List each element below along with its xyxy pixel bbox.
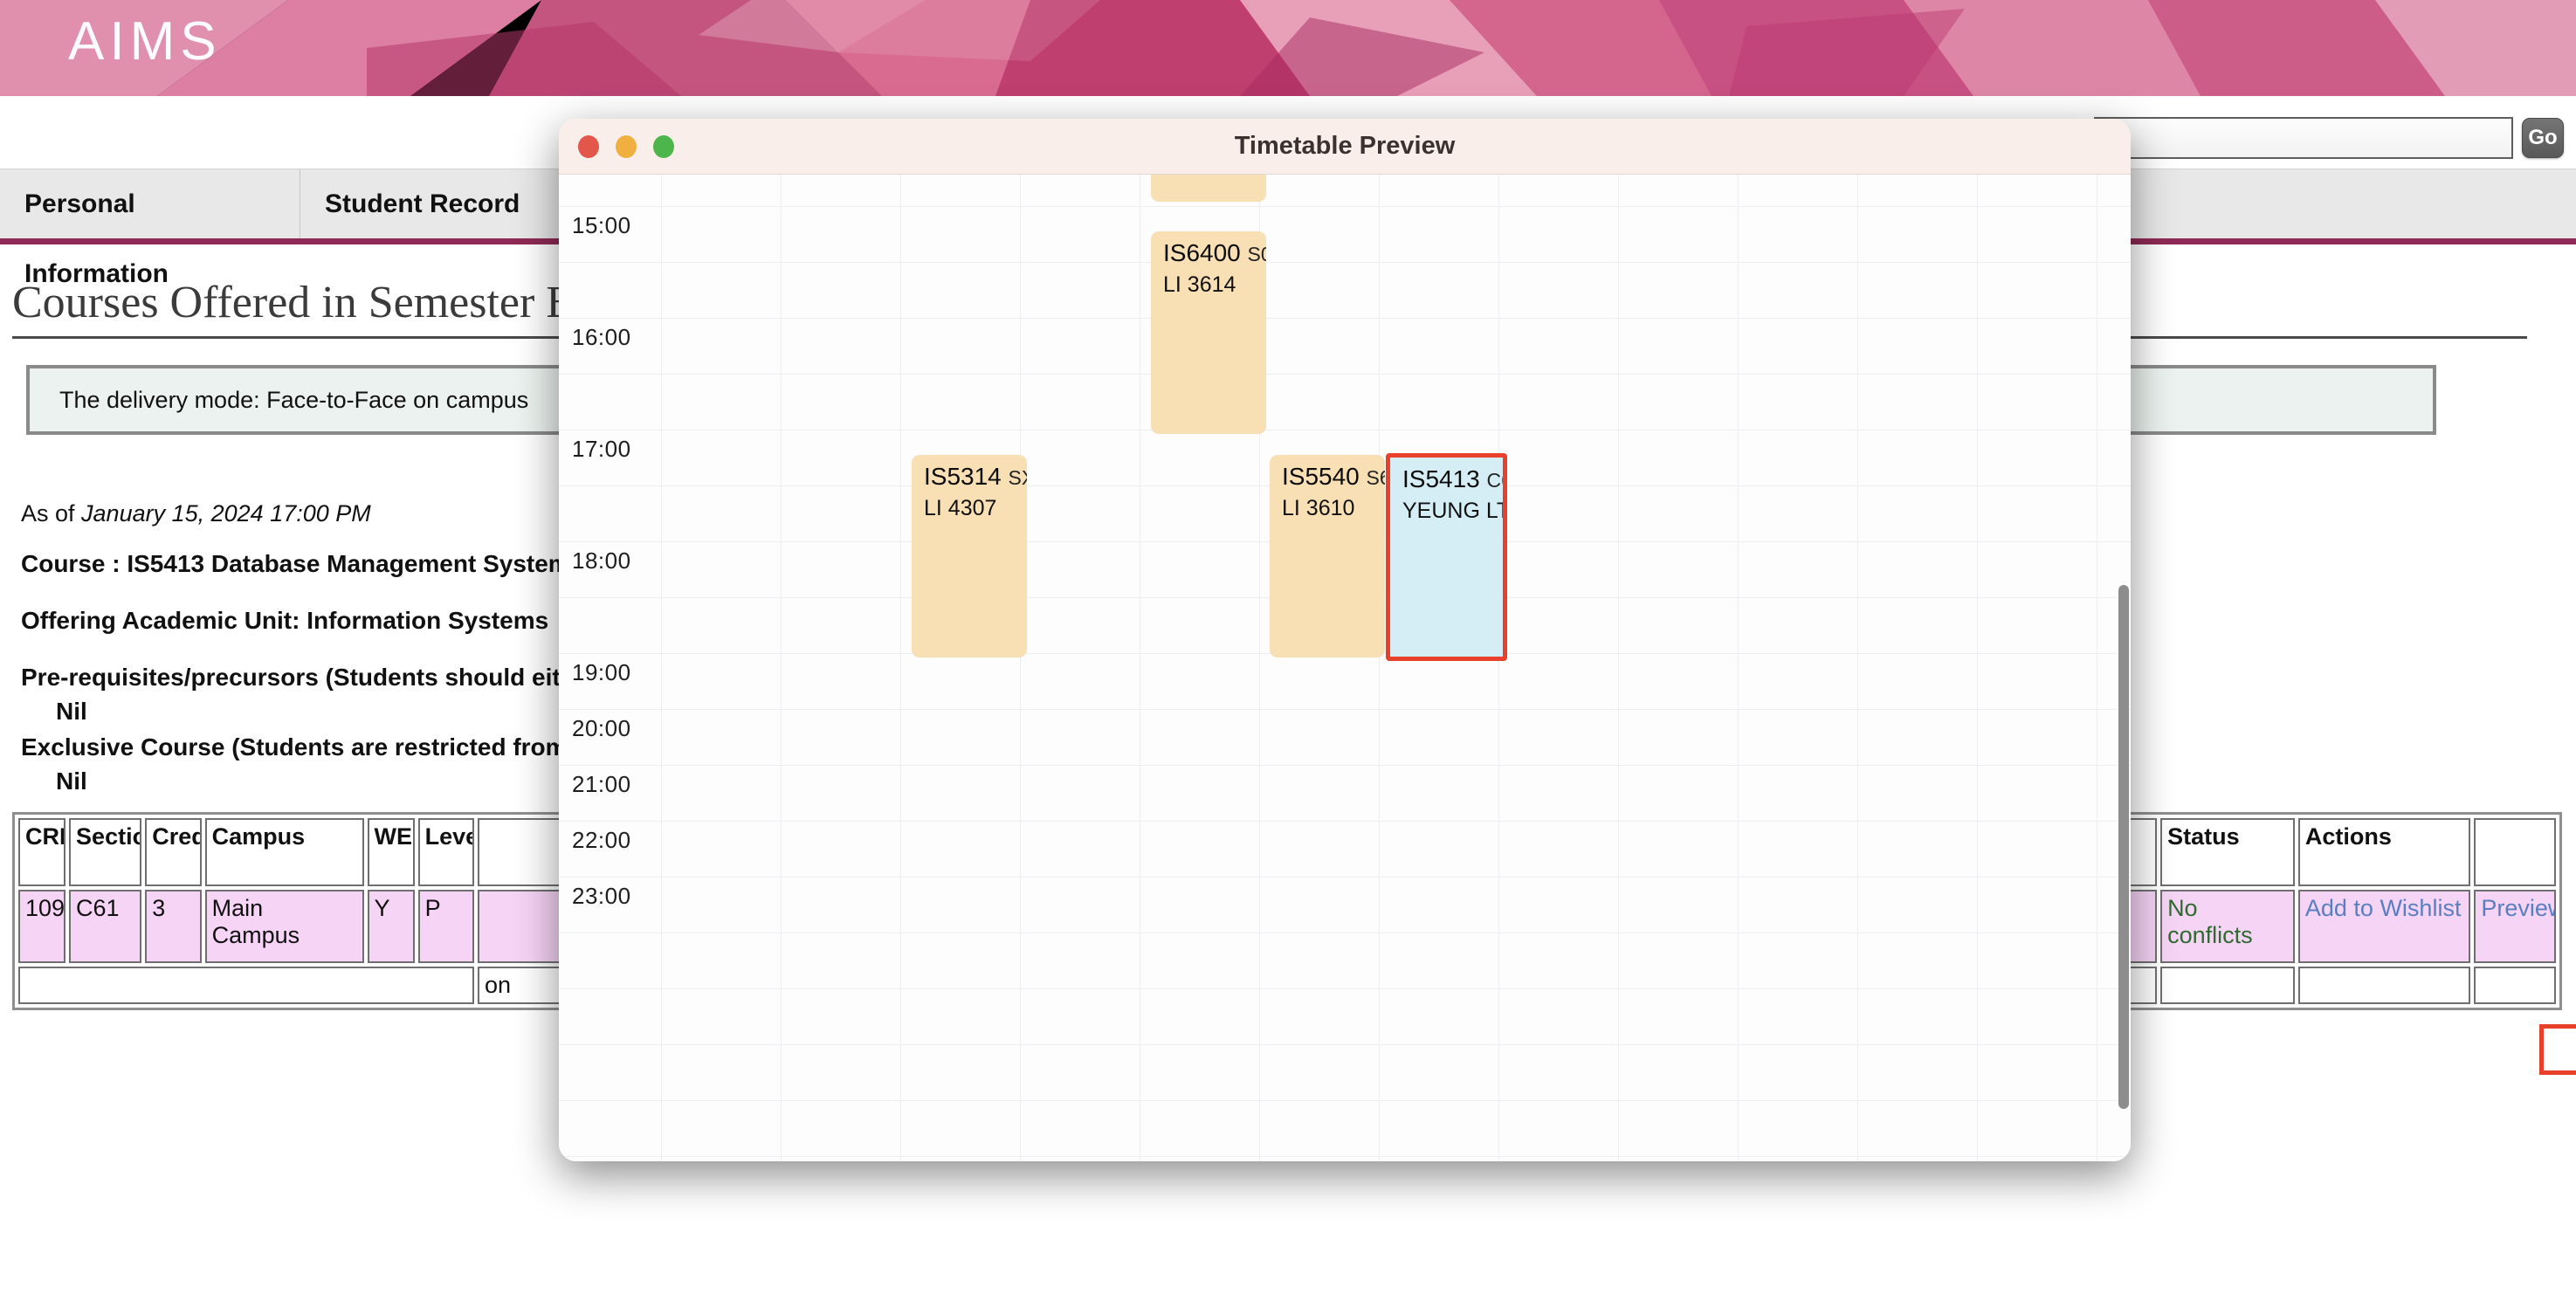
go-button[interactable]: Go xyxy=(2522,118,2564,158)
cell-level: P xyxy=(417,890,475,963)
event-location: LI 3610 xyxy=(1282,496,1355,520)
event-location: YEUNG LT-1 xyxy=(1402,499,1507,523)
aims-logo: AIMS xyxy=(68,11,222,72)
timetable-events: IS6400 S02 LI 3614 IS5314 SX1 LI 4307 xyxy=(559,175,2131,1161)
as-of-top-prefix: As of xyxy=(21,500,82,527)
exclusive-course-value: Nil xyxy=(56,767,87,795)
th-level: Level xyxy=(417,818,475,886)
preview-selection-outline xyxy=(2539,1024,2576,1075)
footnote-blank-1 xyxy=(2160,967,2295,1004)
event-code-text: IS5540 xyxy=(1282,463,1360,490)
event-section: S02 xyxy=(1247,243,1266,265)
footnote-blank-2 xyxy=(2297,967,2471,1004)
footnote-left xyxy=(18,967,475,1004)
th-status: Status xyxy=(2160,818,2295,886)
th-section: Section xyxy=(69,818,142,886)
event-location: LI 4307 xyxy=(924,496,997,520)
timetable-grid: 15:00 16:00 17:00 18:00 19:00 20:00 21:0… xyxy=(559,175,2131,1161)
preview-link[interactable]: Preview xyxy=(2474,890,2556,963)
event-code: IS5314 SX1 xyxy=(924,463,1027,492)
as-of-top: As of January 15, 2024 17:00 PM xyxy=(21,500,371,527)
status-badge: No conflicts xyxy=(2160,890,2295,963)
event-code-text: IS6400 xyxy=(1163,239,1241,266)
nav-tab-student-record[interactable]: Student Record xyxy=(300,169,576,239)
event-code-text: IS5314 xyxy=(924,463,1002,490)
cell-web: Y xyxy=(367,890,415,963)
event-block-is5540[interactable]: IS5540 S61 LI 3610 xyxy=(1270,455,1385,657)
nav-tab-personal-information[interactable]: Personal Information xyxy=(0,169,300,288)
th-credit: Credit xyxy=(145,818,202,886)
event-block-is5314[interactable]: IS5314 SX1 LI 4307 xyxy=(912,455,1027,657)
as-of-top-value: January 15, 2024 17:00 PM xyxy=(81,500,371,527)
event-block-is6400[interactable]: IS6400 S02 LI 3614 xyxy=(1151,231,1266,434)
cell-campus: Main Campus xyxy=(204,890,364,963)
event-section: C61 xyxy=(1486,469,1503,492)
add-to-wishlist-link[interactable]: Add to Wishlist xyxy=(2297,890,2471,963)
modal-title: Timetable Preview xyxy=(1234,132,1456,160)
modal-titlebar[interactable]: Timetable Preview xyxy=(559,119,2131,175)
event-block-is5413-selected[interactable]: IS5413 C61 YEUNG LT-1 xyxy=(1386,453,1507,661)
event-location: LI 3614 xyxy=(1163,272,1236,297)
footnote-blank-3 xyxy=(2474,967,2556,1004)
cell-crn: 10962 xyxy=(18,890,66,963)
cell-credit: 3 xyxy=(145,890,202,963)
course-line: Course : IS5413 Database Management Syst… xyxy=(21,550,584,577)
th-actions-extra xyxy=(2474,818,2556,886)
timetable-preview-window: Timetable Preview 15:00 16:00 17:00 18:0… xyxy=(559,119,2131,1161)
event-code: IS5540 S61 xyxy=(1282,463,1385,492)
event-section: SX1 xyxy=(1008,466,1027,489)
prerequisites-value: Nil xyxy=(56,698,87,725)
academic-unit-line: Offering Academic Unit: Information Syst… xyxy=(21,607,549,634)
event-section: S61 xyxy=(1366,466,1385,489)
aims-banner: AIMS xyxy=(0,0,2576,96)
event-code-text: IS5413 xyxy=(1402,465,1480,492)
th-web: WEB xyxy=(367,818,415,886)
event-code: IS5413 C61 xyxy=(1402,465,1503,494)
event-block-partial[interactable] xyxy=(1151,175,1266,202)
th-actions: Actions xyxy=(2297,818,2471,886)
site-search: Go xyxy=(2094,117,2564,159)
th-crn: CRN xyxy=(18,818,66,886)
th-campus: Campus xyxy=(204,818,364,886)
cell-section: C61 xyxy=(69,890,142,963)
timetable-scrollbar[interactable] xyxy=(2118,585,2129,1109)
event-code: IS6400 S02 xyxy=(1163,239,1266,268)
search-input[interactable] xyxy=(2094,117,2513,159)
banner-geometric-artwork xyxy=(0,0,2576,96)
